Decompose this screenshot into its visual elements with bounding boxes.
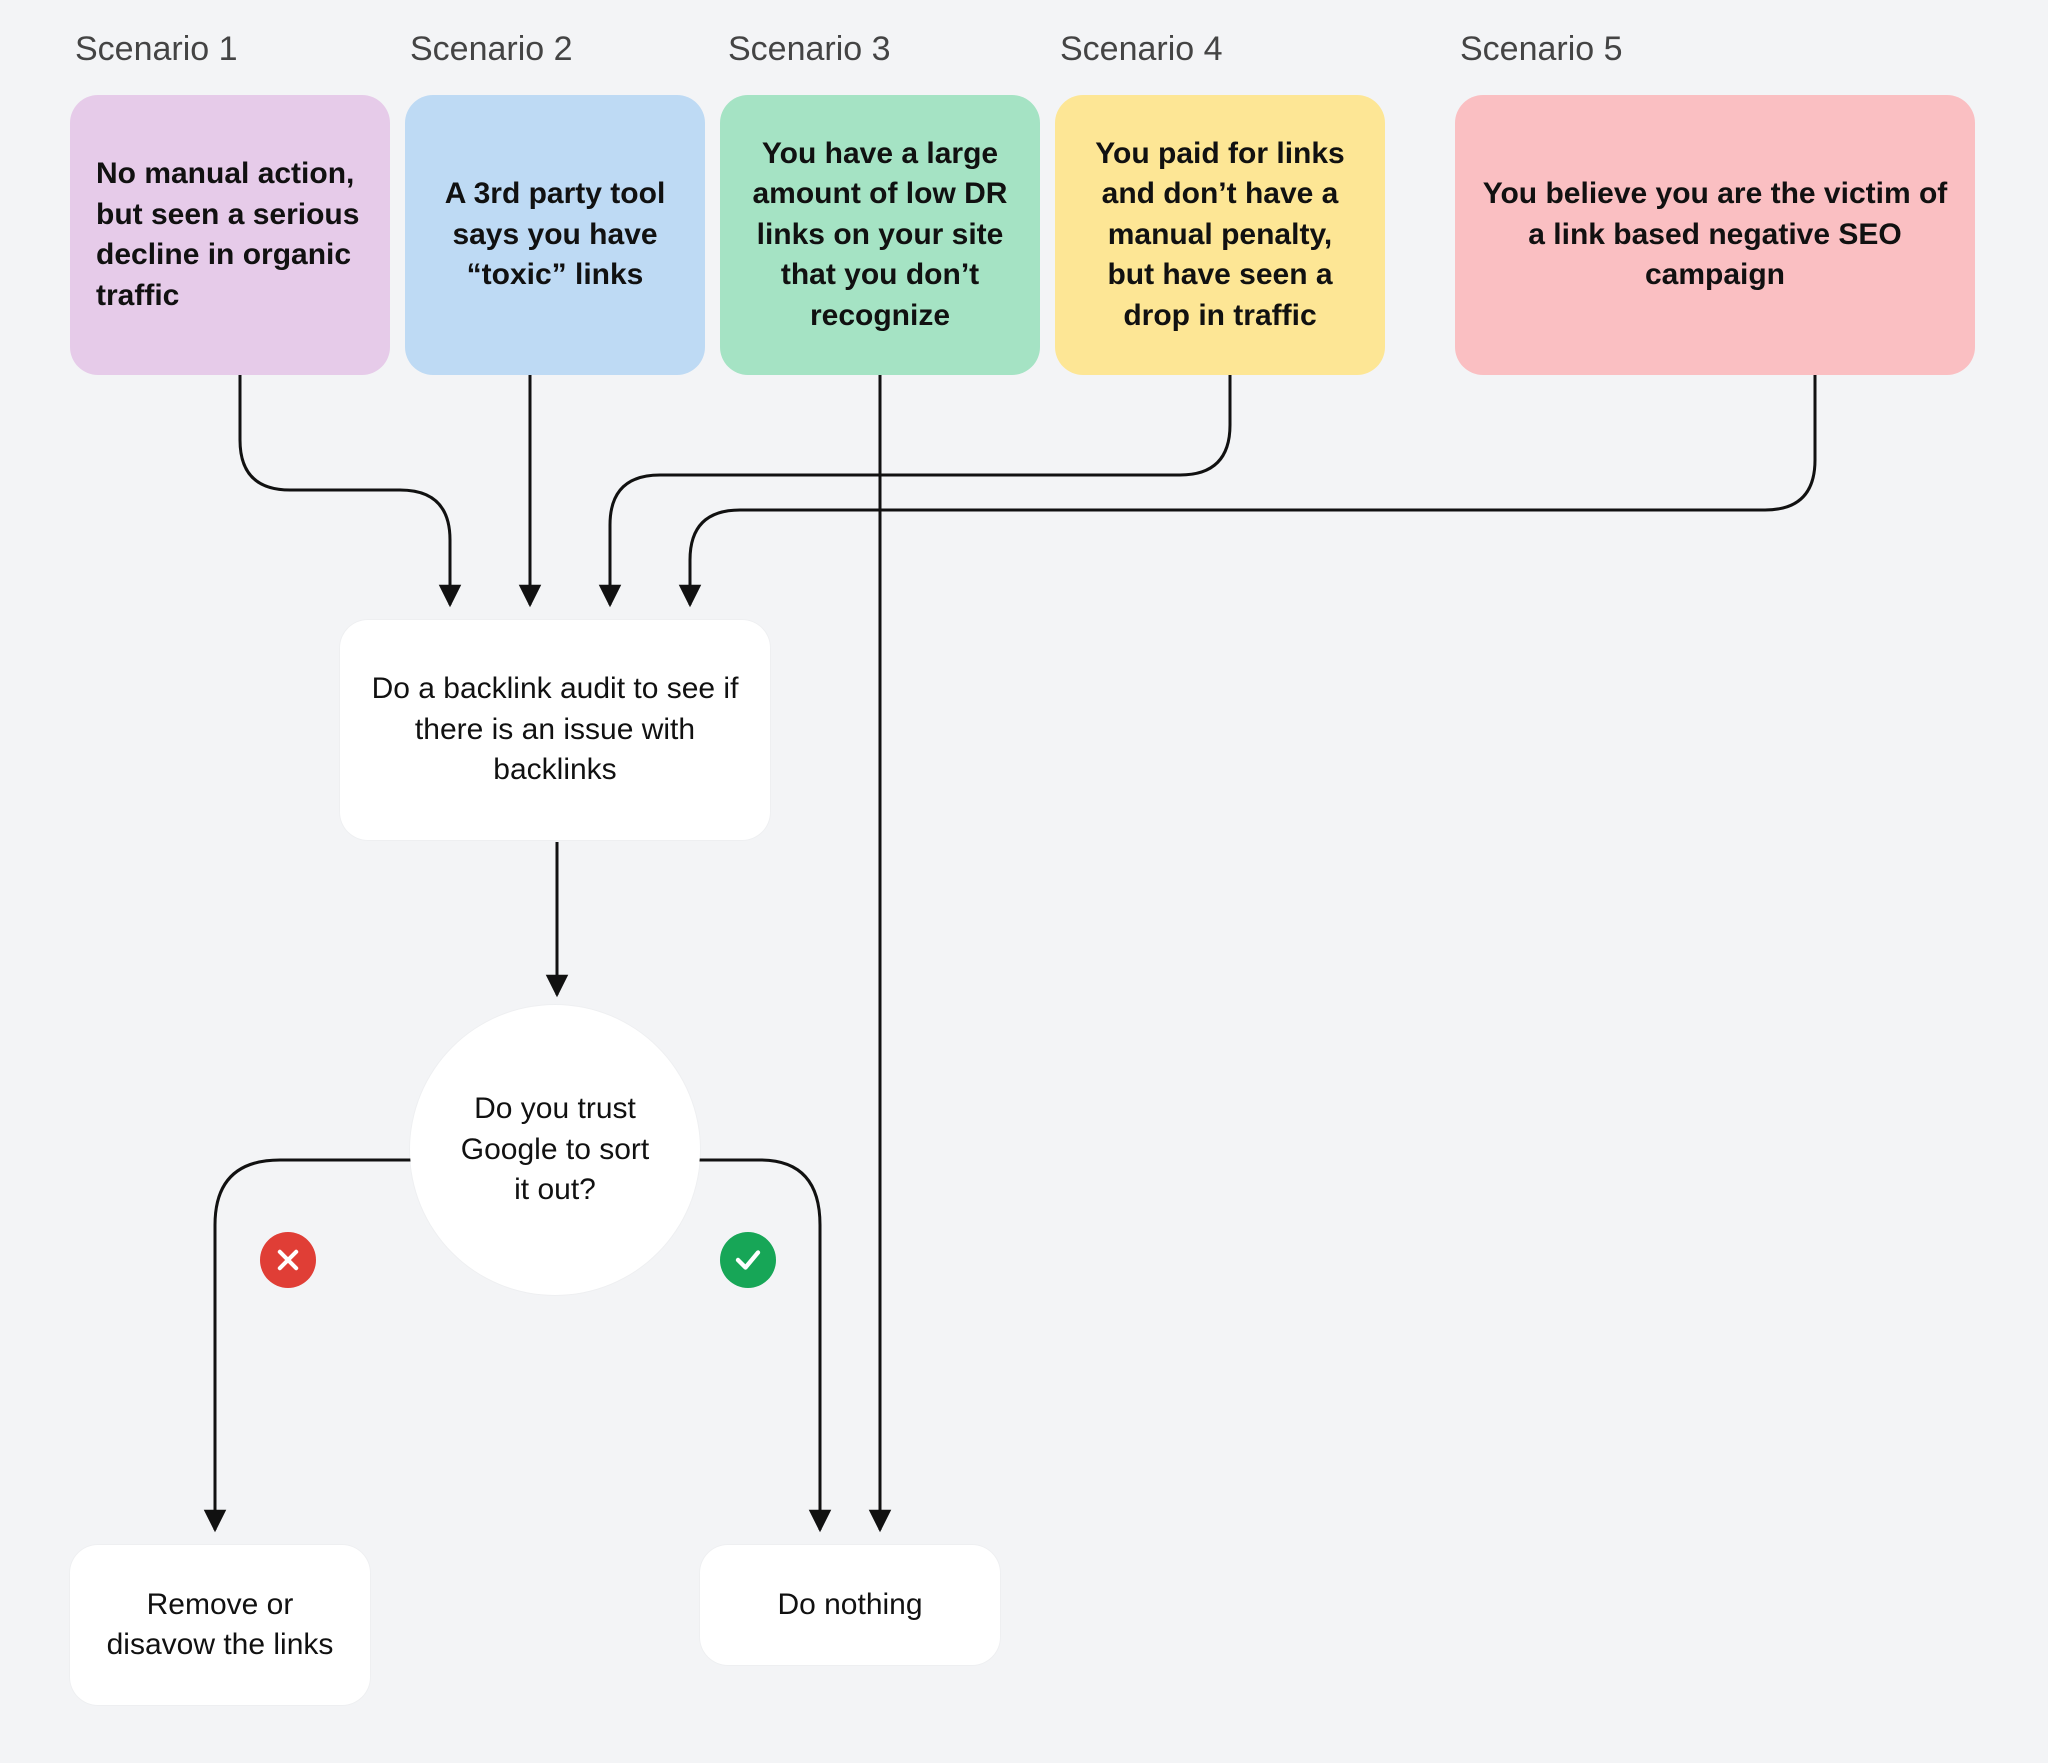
scenario-3-box: You have a large amount of low DR links … (720, 95, 1040, 375)
flowchart-canvas: Scenario 1 Scenario 2 Scenario 3 Scenari… (0, 0, 2048, 1763)
do-nothing-box: Do nothing (700, 1545, 1000, 1665)
yes-badge (720, 1232, 776, 1288)
check-icon (733, 1245, 763, 1275)
audit-box: Do a backlink audit to see if there is a… (340, 620, 770, 840)
scenario-4-box: You paid for links and don’t have a manu… (1055, 95, 1385, 375)
scenario-4-title: Scenario 4 (1060, 30, 1223, 69)
scenario-2-title: Scenario 2 (410, 30, 573, 69)
scenario-5-box: You believe you are the victim of a link… (1455, 95, 1975, 375)
scenario-5-title: Scenario 5 (1460, 30, 1623, 69)
scenario-3-title: Scenario 3 (728, 30, 891, 69)
scenario-1-title: Scenario 1 (75, 30, 238, 69)
scenario-1-box: No manual action, but seen a serious dec… (70, 95, 390, 375)
trust-circle: Do you trust Google to sort it out? (410, 1005, 700, 1295)
remove-box: Remove or disavow the links (70, 1545, 370, 1705)
no-badge (260, 1232, 316, 1288)
scenario-2-box: A 3rd party tool says you have “toxic” l… (405, 95, 705, 375)
cross-icon (274, 1246, 302, 1274)
